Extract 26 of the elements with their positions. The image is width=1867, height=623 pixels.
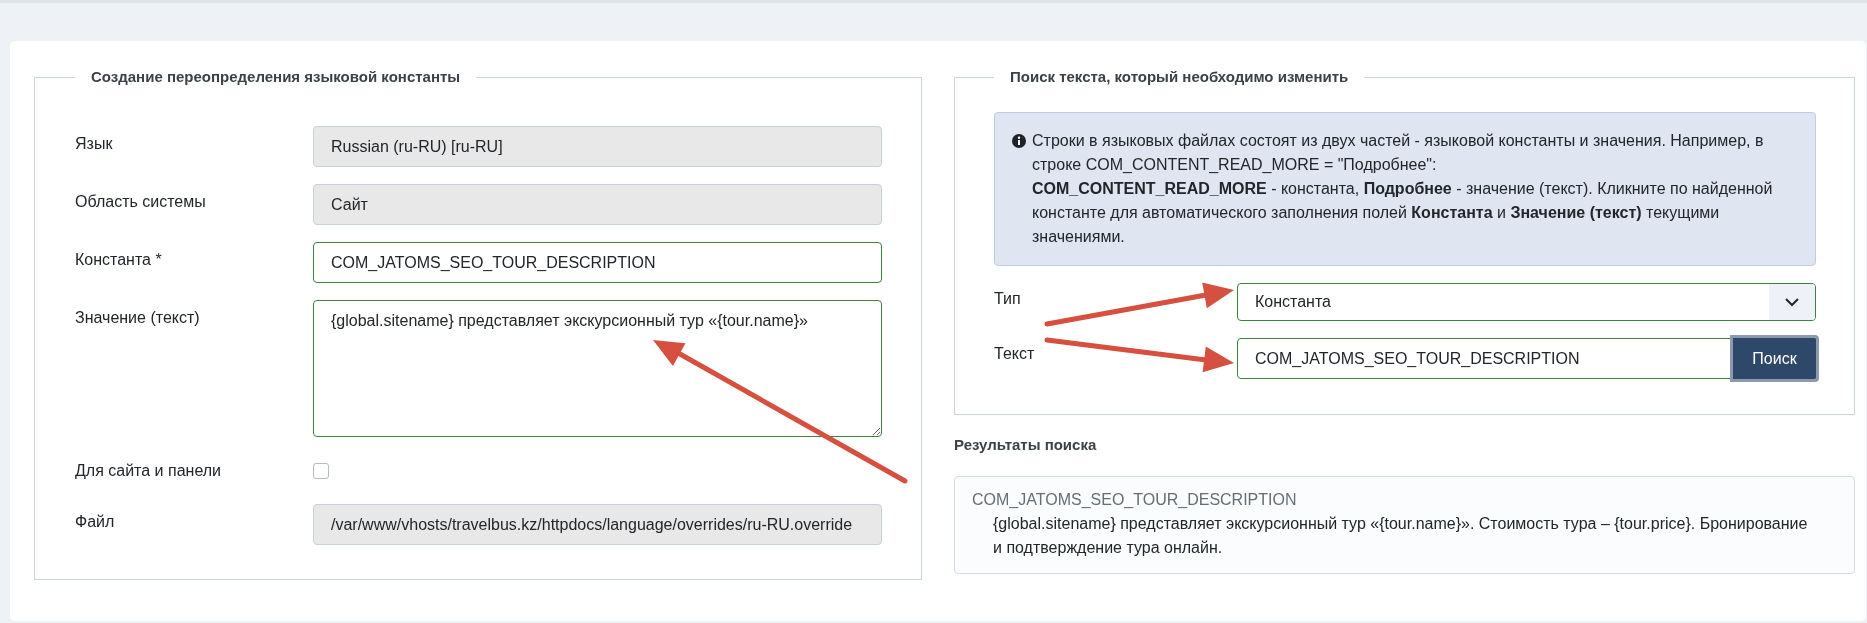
field-label: Тип — [994, 289, 1021, 309]
info-text: Строки в языковых файлах состоят из двух частей - языковой константы и значения. Например, в строке COM_CONTENT_READ_MORE = "Подробнее": COM_CONTENT_READ_MORE - константа, Подробнее - значение (текст). Кликните по найденной константе для автоматического заполнения полей Константа и Значение (текст) текущими значениями. — [1032, 131, 1774, 247]
result-constant: COM_JATOMS_SEO_TOUR_DESCRIPTION — [972, 490, 1298, 510]
info-icon — [1012, 134, 1026, 148]
field-label: Область системы — [75, 192, 206, 212]
field-label: Константа * — [75, 250, 162, 270]
textarea-field[interactable]: {global.sitename} представляет экскурсионный тур «{tour.name}» — [313, 300, 882, 437]
field-label: Значение (текст) — [75, 308, 200, 328]
section-heading: Результаты поиска — [954, 435, 1098, 455]
result-card[interactable]: COM_JATOMS_SEO_TOUR_DESCRIPTION {global.sitename} представляет экскурсионный тур «{tour.name}». Стоимость тура – {tour.price}. Бронирование и подтверждение тура онлайн. — [954, 476, 1855, 574]
field-label: Файл — [75, 512, 115, 532]
type-select[interactable]: Константа — [1237, 283, 1816, 321]
readonly-field[interactable]: /var/www/vhosts/travelbus.kz/httpdocs/language/overrides/ru-RU.override — [313, 504, 882, 545]
field-label: Текст — [994, 344, 1035, 364]
checkbox[interactable] — [313, 462, 329, 479]
fieldset-legend: Поиск текста, который необходимо изменить — [994, 67, 1365, 87]
fieldset-legend: Создание переопределения языковой константы — [75, 67, 477, 87]
field-label: Для сайта и панели — [75, 460, 222, 481]
search-text-field[interactable]: COM_JATOMS_SEO_TOUR_DESCRIPTION — [1237, 338, 1733, 379]
readonly-field[interactable]: Russian (ru-RU) [ru-RU] — [313, 126, 882, 167]
input-field[interactable]: COM_JATOMS_SEO_TOUR_DESCRIPTION — [313, 242, 882, 283]
chevron-down-icon — [1769, 284, 1815, 320]
field-label: Язык — [75, 134, 113, 154]
readonly-field[interactable]: Сайт — [313, 184, 882, 225]
search-button[interactable]: Поиск — [1730, 335, 1819, 382]
result-value: {global.sitename} представляет экскурсионный тур «{tour.name}». Стоимость тура – {tour.price}. Бронирование и подтверждение тура онлайн. — [993, 514, 1809, 558]
